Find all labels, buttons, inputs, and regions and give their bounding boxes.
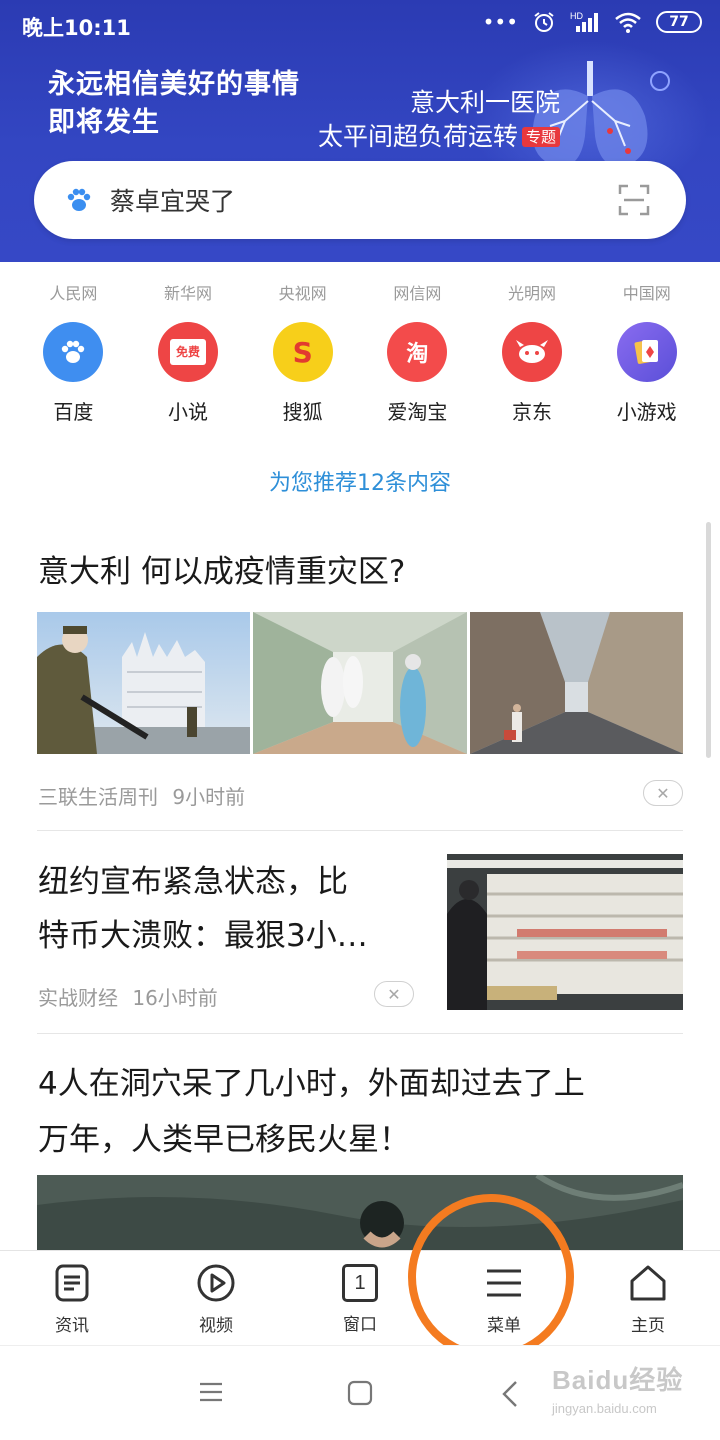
- close-icon: ✕: [656, 783, 670, 803]
- feed-item-2-title[interactable]: 纽约宣布紧急状态，比 特币大溃败：最狠3小…: [38, 855, 368, 963]
- scan-icon[interactable]: [618, 184, 650, 216]
- toolbar-label: 主页: [631, 1316, 665, 1336]
- news-photo: [469, 612, 683, 754]
- window-count: 1: [354, 1271, 366, 1294]
- app-label: 京东: [512, 400, 553, 424]
- feed-source: 实战财经: [38, 986, 118, 1010]
- watermark: Baidu经验 jingyan.baidu.com: [552, 1360, 692, 1430]
- feed-item-3-title[interactable]: 4人在洞穴呆了几小时，外面却过去了上 万年，人类早已移民火星！: [38, 1056, 585, 1168]
- jd-dog-icon: [502, 322, 563, 382]
- news-sources-row: 人民网 新华网 央视网 网信网 光明网 中国网: [16, 280, 704, 304]
- annotation-highlight-circle: [408, 1194, 574, 1360]
- app-label: 小游戏: [616, 400, 677, 424]
- signal-icon: HD: [570, 11, 598, 32]
- source-link[interactable]: 中国网: [589, 280, 704, 304]
- toolbar-video-button[interactable]: 视频: [144, 1251, 288, 1345]
- feed-item-1-title[interactable]: 意大利 何以成疫情重灾区?: [38, 546, 405, 598]
- news-photo: [253, 612, 467, 754]
- feed-time: 9小时前: [172, 785, 246, 809]
- signal-hd-label: HD: [570, 11, 583, 21]
- slogan-line-1: 永远相信美好的事情: [48, 69, 300, 100]
- feed-item-2-meta: 实战财经 16小时前: [38, 982, 218, 1011]
- more-dots-icon: •••: [482, 10, 518, 34]
- novel-badge: 免费: [170, 339, 206, 365]
- feed-divider: [37, 1033, 683, 1034]
- news-photo: [37, 612, 251, 754]
- toolbar-label: 视频: [199, 1316, 233, 1336]
- app-label: 爱淘宝: [387, 400, 448, 424]
- wifi-icon: [615, 12, 641, 33]
- app-jd[interactable]: 京东: [475, 322, 590, 425]
- app-taobao[interactable]: 淘 爱淘宝: [360, 322, 475, 425]
- banner-slogan: 永远相信美好的事情 即将发生: [48, 66, 300, 142]
- source-link[interactable]: 光明网: [475, 280, 590, 304]
- status-icons: ••• HD 77: [483, 10, 702, 34]
- watermark-main: Baidu经验: [552, 1365, 684, 1395]
- source-link[interactable]: 人民网: [16, 280, 131, 304]
- app-minigame[interactable]: 小游戏: [589, 322, 704, 425]
- watermark-sub: jingyan.baidu.com: [552, 1401, 657, 1416]
- close-icon: ✕: [387, 984, 401, 1004]
- promo-headline[interactable]: 意大利一医院 太平间超负荷运转 专题: [290, 86, 560, 154]
- app-baidu[interactable]: 百度: [16, 322, 131, 425]
- game-cards-icon: [616, 322, 677, 382]
- feed-item-1-images[interactable]: [37, 612, 683, 754]
- app-shortcuts: 百度 免费 小说 S 搜狐 淘 爱淘宝 京东 小游戏: [16, 322, 704, 425]
- video-play-icon: [197, 1264, 235, 1302]
- title-line: 4人在洞穴呆了几小时，外面却过去了上: [38, 1066, 585, 1102]
- app-label: 小说: [168, 400, 208, 424]
- home-icon: [630, 1265, 666, 1301]
- source-link[interactable]: 新华网: [131, 280, 246, 304]
- recommend-banner[interactable]: 为您推荐12条内容: [0, 465, 720, 497]
- app-label: 搜狐: [282, 400, 323, 424]
- bottom-toolbar: 资讯 视频 1 窗口 菜单 主页: [0, 1250, 720, 1345]
- recents-menu-icon[interactable]: [198, 1380, 224, 1404]
- promo-line-1: 意大利一医院: [409, 88, 560, 117]
- search-input[interactable]: 蔡卓宜哭了: [110, 182, 618, 218]
- source-link[interactable]: 央视网: [245, 280, 360, 304]
- status-time: 晚上10:11: [22, 16, 131, 40]
- feed-item-3-image[interactable]: [37, 1175, 683, 1255]
- promo-tag: 专题: [521, 127, 560, 147]
- battery-indicator: 77: [656, 11, 702, 33]
- alarm-icon: [534, 12, 554, 32]
- toolbar-label: 资讯: [55, 1316, 89, 1336]
- app-novel[interactable]: 免费 小说: [131, 322, 246, 425]
- slogan-line-2: 即将发生: [48, 107, 160, 138]
- toolbar-label: 窗口: [343, 1315, 377, 1335]
- search-bar[interactable]: 蔡卓宜哭了: [34, 161, 686, 239]
- feed-time: 16小时前: [132, 986, 218, 1010]
- promo-line-2-text: 太平间超负荷运转: [317, 122, 518, 151]
- paw-icon: [67, 188, 91, 211]
- taobao-icon: 淘: [387, 322, 448, 382]
- sohu-icon: S: [272, 322, 333, 382]
- source-link[interactable]: 网信网: [360, 280, 475, 304]
- feed-scrollbar[interactable]: [706, 522, 711, 758]
- title-line: 特币大溃败：最狠3小…: [38, 918, 368, 954]
- promo-line-2: 太平间超负荷运转 专题: [290, 120, 560, 154]
- title-line: 万年，人类早已移民火星！: [38, 1122, 410, 1158]
- feed-item-2-thumbnail[interactable]: [447, 854, 683, 1010]
- status-bar: 晚上10:11 ••• HD 77: [0, 0, 720, 52]
- news-icon: [55, 1264, 89, 1302]
- home-square-icon[interactable]: [347, 1380, 373, 1406]
- toolbar-home-button[interactable]: 主页: [576, 1251, 720, 1345]
- feed-source: 三联生活周刊: [38, 785, 158, 809]
- toolbar-news-button[interactable]: 资讯: [0, 1251, 144, 1345]
- feed-divider: [37, 830, 683, 831]
- baidu-paw-icon: [43, 322, 104, 382]
- back-chevron-icon[interactable]: [500, 1380, 520, 1408]
- app-label: 百度: [53, 400, 94, 424]
- app-sohu[interactable]: S 搜狐: [245, 322, 360, 425]
- window-count-icon: 1: [342, 1264, 378, 1302]
- title-line: 纽约宣布紧急状态，比: [38, 864, 348, 900]
- novel-book-icon: 免费: [158, 322, 218, 382]
- dismiss-button[interactable]: ✕: [374, 981, 414, 1007]
- feed-item-1-meta: 三联生活周刊 9小时前: [38, 781, 245, 810]
- dismiss-button[interactable]: ✕: [643, 780, 683, 806]
- header-banner: 晚上10:11 ••• HD 77 永远相信美好的事情 即将发生 意大利一医院 …: [0, 0, 720, 262]
